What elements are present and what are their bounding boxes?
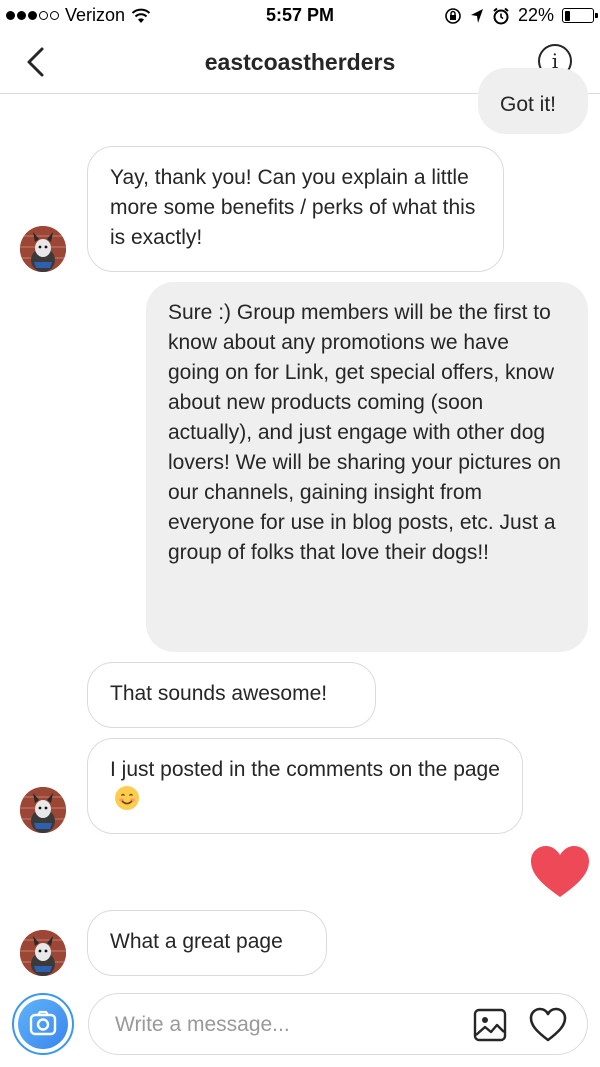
battery-icon (562, 8, 598, 23)
heart-icon (531, 846, 589, 897)
camera-button[interactable] (12, 993, 74, 1055)
message-input-container[interactable] (88, 993, 588, 1055)
message-input[interactable] (115, 1010, 455, 1040)
message-text: What a great page (110, 930, 283, 953)
sender-avatar[interactable] (20, 930, 66, 976)
message-incoming[interactable]: What a great page (87, 910, 327, 976)
alarm-icon (493, 7, 509, 24)
message-incoming[interactable]: I just posted in the comments on the pag… (87, 738, 523, 834)
message-text: Sure :) Group members will be the first … (168, 301, 561, 564)
status-bar-right: 22% (444, 5, 598, 26)
like-button[interactable] (529, 1007, 567, 1043)
message-incoming[interactable]: Yay, thank you! Can you explain a little… (87, 146, 504, 272)
message-text: That sounds awesome! (110, 682, 328, 705)
rotation-lock-icon (445, 7, 461, 24)
message-incoming[interactable]: That sounds awesome! (87, 662, 376, 728)
smiling-face-emoji (115, 786, 139, 810)
message-outgoing[interactable]: Got it! (478, 68, 588, 134)
message-text: I just posted in the comments on the pag… (110, 758, 500, 781)
gallery-button[interactable] (473, 1008, 507, 1042)
location-arrow-icon (470, 8, 483, 23)
image-icon (473, 1008, 507, 1042)
battery-percent: 22% (517, 5, 554, 25)
dog-avatar-image (20, 226, 66, 272)
message-outgoing[interactable]: Sure :) Group members will be the first … (146, 282, 588, 652)
camera-icon (29, 1010, 57, 1036)
sender-avatar[interactable] (20, 226, 66, 272)
message-text: Got it! (500, 93, 557, 116)
message-composer (0, 990, 600, 1067)
dog-avatar-image (20, 930, 66, 976)
status-bar: Verizon 5:57 PM 22% (0, 0, 600, 30)
message-text: Yay, thank you! Can you explain a little… (110, 166, 476, 249)
dog-avatar-image (20, 787, 66, 833)
heart-outline-icon (529, 1007, 567, 1042)
message-outgoing-heart[interactable] (530, 845, 590, 899)
sender-avatar[interactable] (20, 787, 66, 833)
